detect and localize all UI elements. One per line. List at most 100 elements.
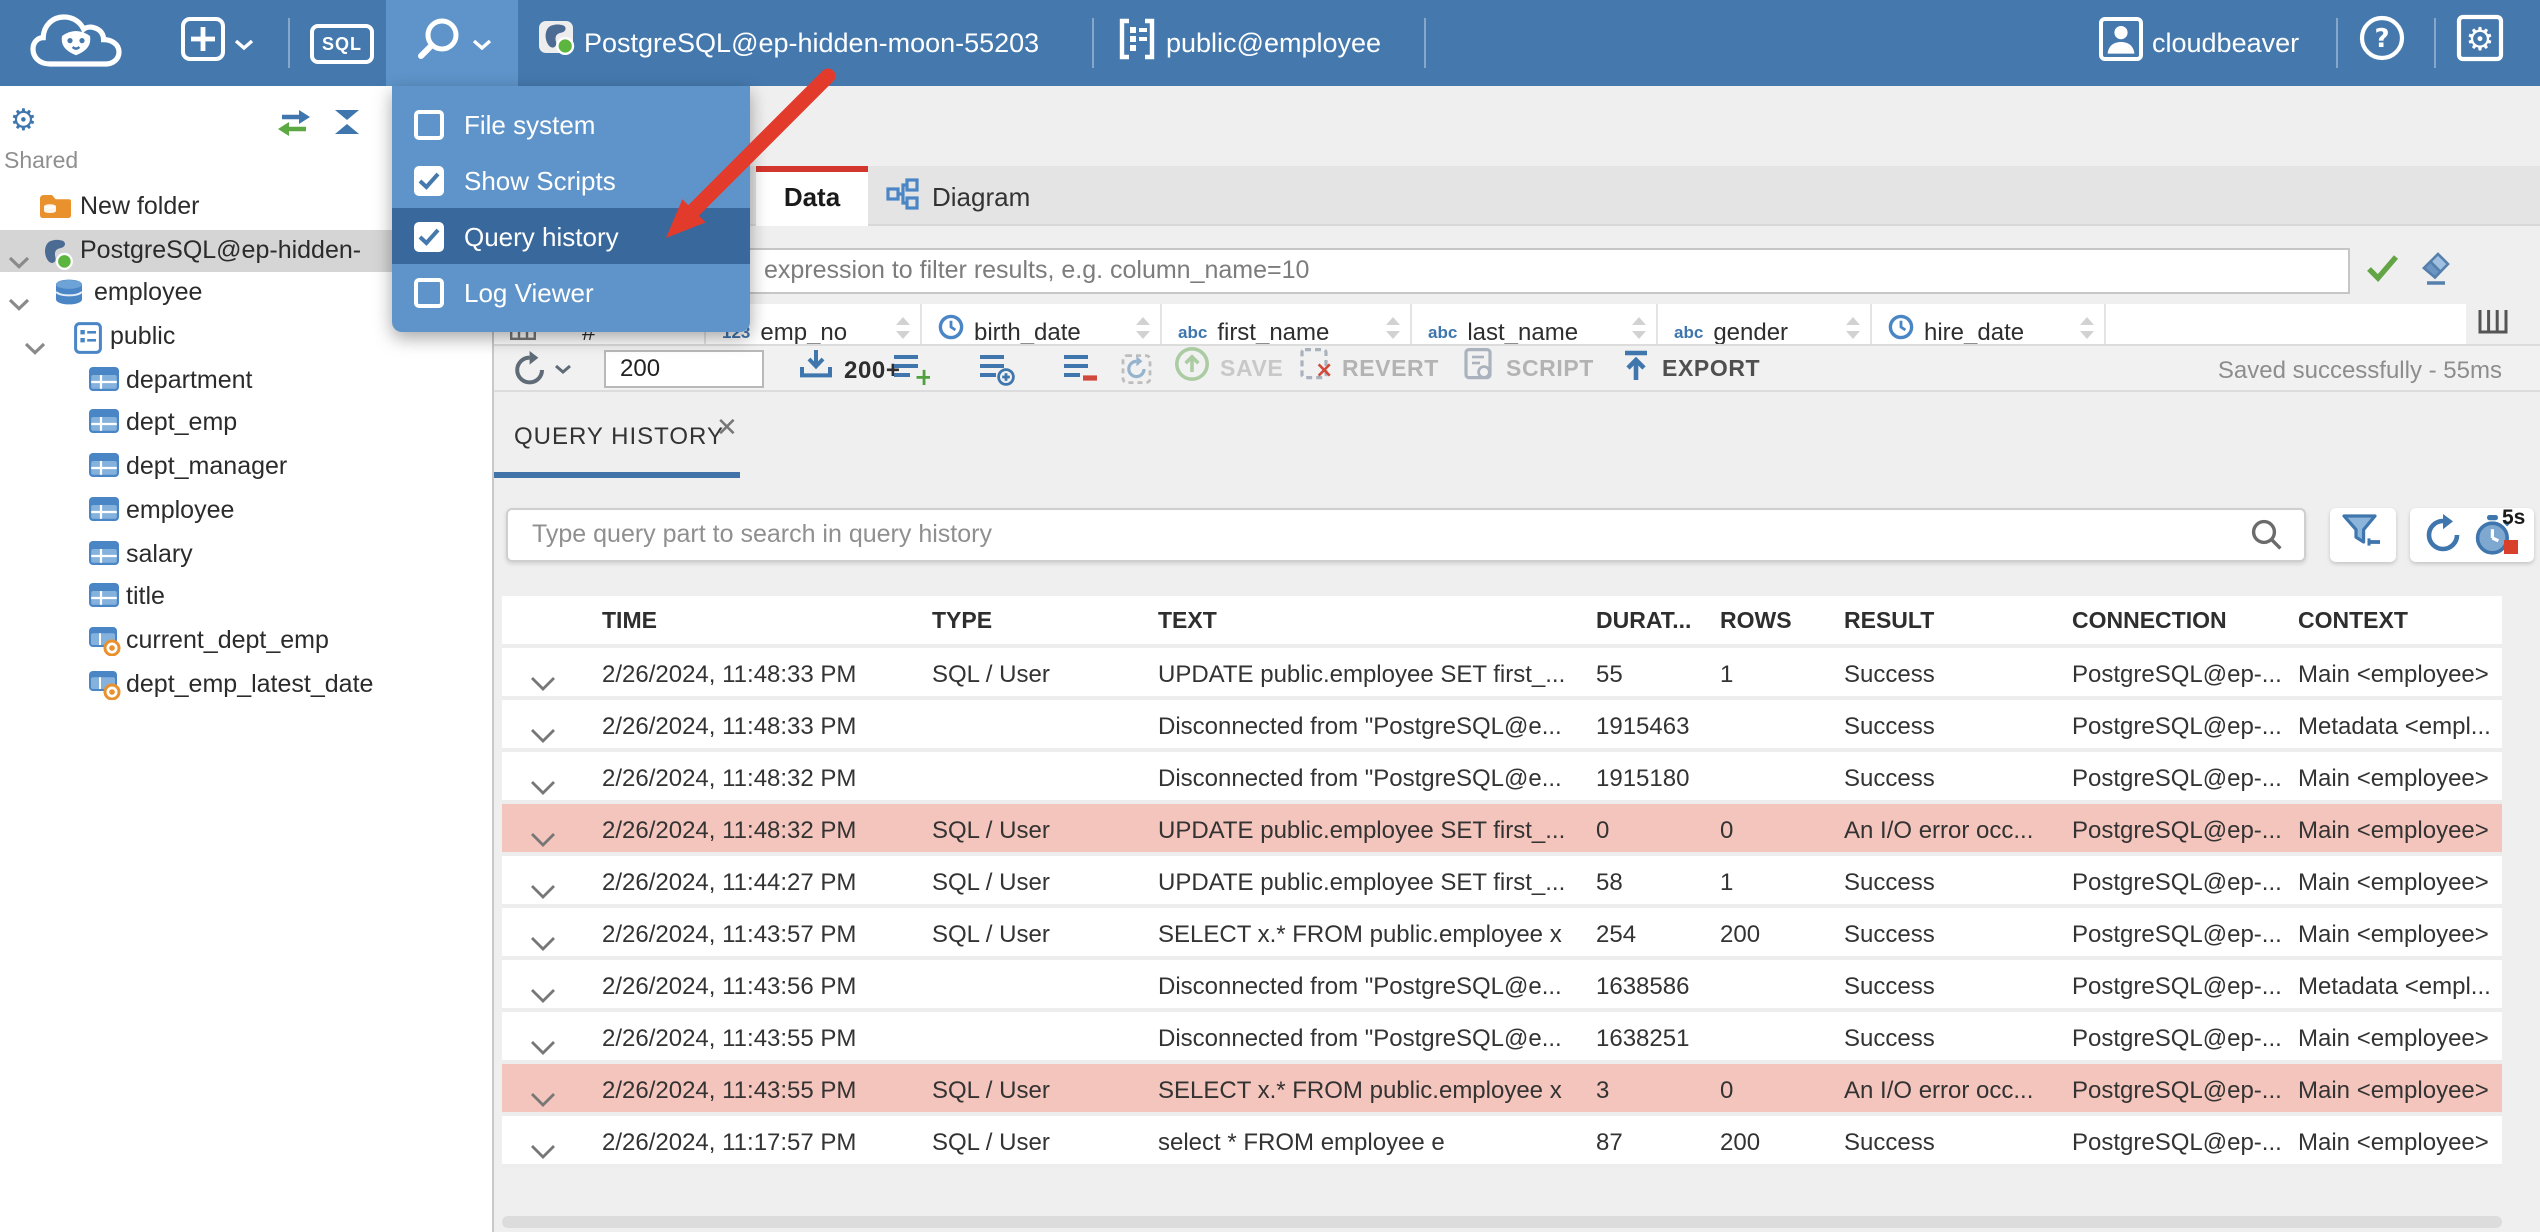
navigator-settings-gear-icon[interactable]: ⚙ (10, 102, 37, 138)
clear-filter-eraser-icon[interactable] (2418, 248, 2454, 296)
expand-row-chevron-icon[interactable] (530, 874, 556, 910)
expand-row-chevron-icon[interactable] (530, 1030, 556, 1066)
horizontal-scrollbar[interactable] (502, 1216, 2502, 1228)
query-history-search-input[interactable]: Type query part to search in query histo… (506, 508, 2306, 562)
unchecked-checkbox-icon[interactable] (414, 109, 444, 139)
new-object-button[interactable] (180, 0, 254, 86)
cell-rows: 200 (1720, 1128, 1761, 1156)
sync-connection-icon[interactable] (276, 108, 312, 148)
expand-row-chevron-icon[interactable] (530, 770, 556, 806)
tree-item-dept-emp-latest-date[interactable]: dept_emp_latest_date (0, 663, 492, 706)
tree-item-salary[interactable]: salary (0, 533, 492, 576)
apply-filter-check-icon[interactable] (2366, 254, 2400, 292)
sort-icon[interactable] (894, 314, 912, 344)
filter-expression-input[interactable]: expression to filter results, e.g. colum… (506, 248, 2350, 294)
sort-icon[interactable] (1134, 314, 1152, 344)
menu-item-log-viewer[interactable]: Log Viewer (392, 264, 750, 320)
duplicate-row-icon[interactable] (978, 350, 1016, 388)
grid-panel-icon[interactable] (2478, 308, 2508, 344)
help-button[interactable]: ? (2358, 0, 2406, 86)
query-history-tab[interactable]: QUERY HISTORY (514, 422, 724, 450)
query-history-row[interactable]: 2/26/2024, 11:43:55 PM Disconnected from … (502, 1012, 2502, 1064)
query-history-row[interactable]: 2/26/2024, 11:17:57 PM SQL / User select *… (502, 1116, 2502, 1168)
menu-item-query-history[interactable]: Query history (392, 208, 750, 264)
query-history-row[interactable]: 2/26/2024, 11:48:32 PM Disconnected from … (502, 752, 2502, 804)
expand-row-chevron-icon[interactable] (530, 926, 556, 962)
cell-duration: 87 (1596, 1128, 1623, 1156)
query-history-row[interactable]: 2/26/2024, 11:48:33 PM SQL / User UPDATE p… (502, 648, 2502, 700)
svg-text:×: × (1315, 358, 1332, 382)
checked-checkbox-icon[interactable] (414, 165, 444, 195)
collapse-all-icon[interactable] (330, 108, 364, 146)
expand-row-chevron-icon[interactable] (530, 978, 556, 1014)
column-header-connection[interactable]: CONNECTION (2072, 596, 2284, 648)
expand-row-chevron-icon[interactable] (530, 666, 556, 702)
save-button[interactable]: SAVE (1174, 347, 1283, 388)
grid-column-last-name[interactable]: abc last_name (1412, 304, 1658, 344)
column-header-result[interactable]: RESULT (1844, 596, 2060, 648)
tree-item-department[interactable]: department (0, 360, 492, 403)
query-history-row[interactable]: 2/26/2024, 11:43:56 PM Disconnected from … (502, 960, 2502, 1012)
grid-column-gender[interactable]: abc gender (1658, 304, 1872, 344)
tab-diagram[interactable]: Diagram (886, 166, 1030, 226)
column-header-type[interactable]: TYPE (932, 596, 1132, 648)
menu-item-file-system[interactable]: File system (392, 96, 750, 152)
export-button[interactable]: EXPORT (1620, 349, 1760, 388)
grid-column-birth-date[interactable]: birth_date (922, 304, 1162, 344)
grid-column-first-name[interactable]: abc first_name (1162, 304, 1412, 344)
tree-item-employee[interactable]: employee (0, 490, 492, 533)
sort-icon[interactable] (2078, 314, 2096, 344)
cell-text: Disconnected from "PostgreSQL@e... (1158, 972, 1562, 1000)
query-history-row[interactable]: 2/26/2024, 11:48:32 PM SQL / User UPDATE p… (502, 804, 2502, 856)
refresh-history-icon[interactable] (2420, 512, 2466, 568)
cell-connection: PostgreSQL@ep-... (2072, 764, 2282, 792)
row-limit-input[interactable]: 200 (604, 350, 764, 388)
sql-editor-button[interactable]: SQL (310, 0, 375, 86)
query-history-row[interactable]: 2/26/2024, 11:48:33 PM Disconnected from … (502, 700, 2502, 752)
cell-connection: PostgreSQL@ep-... (2072, 1076, 2282, 1104)
sort-icon[interactable] (1844, 314, 1862, 344)
refresh-button[interactable] (510, 350, 572, 388)
unchecked-checkbox-icon[interactable] (414, 277, 444, 307)
expand-row-chevron-icon[interactable] (530, 1082, 556, 1118)
settings-button[interactable]: ⚙ (2456, 0, 2504, 86)
query-history-row[interactable]: 2/26/2024, 11:43:57 PM SQL / User SELECT x… (502, 908, 2502, 960)
sort-icon[interactable] (1630, 314, 1648, 344)
stop-auto-refresh-icon[interactable] (2504, 540, 2518, 554)
sort-icon[interactable] (1384, 314, 1402, 344)
revert-button[interactable]: × REVERT (1298, 347, 1439, 388)
tree-item-dept-manager[interactable]: dept_manager (0, 446, 492, 489)
filter-funnel-icon (2340, 511, 2386, 559)
tab-data[interactable]: Data (756, 166, 868, 226)
script-button[interactable]: SCRIPT (1462, 347, 1594, 388)
expand-row-chevron-icon[interactable] (530, 1134, 556, 1170)
column-header-text[interactable]: TEXT (1158, 596, 1582, 648)
add-row-icon[interactable]: + (892, 350, 930, 388)
column-header-durat[interactable]: DURAT... (1596, 596, 1708, 648)
menu-item-show-scripts[interactable]: Show Scripts (392, 152, 750, 208)
expand-row-chevron-icon[interactable] (530, 822, 556, 858)
cell-context: Main <employee> (2298, 1024, 2489, 1052)
close-icon[interactable]: ✕ (716, 412, 738, 444)
expand-row-chevron-icon[interactable] (530, 718, 556, 754)
tree-item-dept-emp[interactable]: dept_emp (0, 403, 492, 446)
checked-checkbox-icon[interactable] (414, 221, 444, 251)
column-header-context[interactable]: CONTEXT (2298, 596, 2498, 648)
query-history-row[interactable]: 2/26/2024, 11:44:27 PM SQL / User UPDATE p… (502, 856, 2502, 908)
delete-row-icon[interactable] (1062, 350, 1100, 388)
fetch-more-button[interactable]: 200+ (798, 350, 900, 388)
user-menu[interactable]: cloudbeaver (2098, 0, 2299, 86)
tree-item-title[interactable]: title (0, 576, 492, 619)
column-header-time[interactable]: TIME (602, 596, 906, 648)
search-placeholder: Type query part to search in query histo… (532, 520, 992, 548)
tree-item-current-dept-emp[interactable]: current_dept_emp (0, 620, 492, 663)
query-history-row[interactable]: 2/26/2024, 11:43:55 PM SQL / User SELECT x… (502, 1064, 2502, 1116)
grid-column-hire-date[interactable]: hire_date (1872, 304, 2106, 344)
refresh-selection-icon[interactable] (1120, 350, 1156, 388)
cell-result: Success (1844, 764, 1935, 792)
history-filter-button[interactable] (2330, 508, 2396, 562)
column-header-rows[interactable]: ROWS (1720, 596, 1832, 648)
schema-selector[interactable]: public@employee (1116, 0, 1381, 86)
connection-selector[interactable]: PostgreSQL@ep-hidden-moon-55203 (538, 0, 1039, 86)
tools-menu-toggle[interactable] (386, 0, 518, 86)
